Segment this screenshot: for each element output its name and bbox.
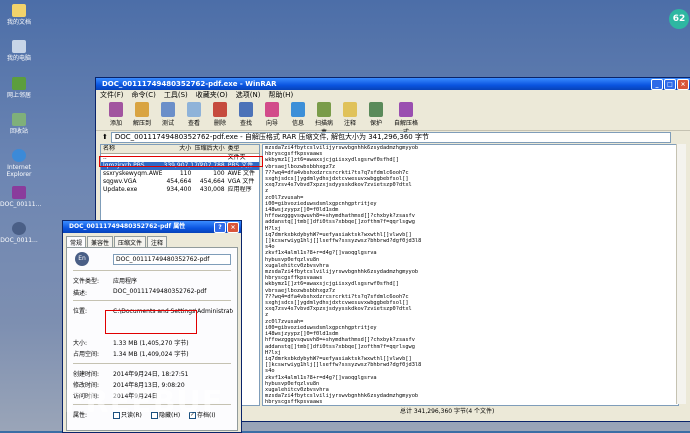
table-row[interactable]: Update.exe934,400430,008应用程序 xyxy=(101,186,259,194)
close-button[interactable]: × xyxy=(677,79,689,90)
created-value: 2014年9月24日, 18:27:51 xyxy=(113,369,188,378)
network-icon[interactable]: 网上邻居 xyxy=(0,77,38,99)
info-icon xyxy=(291,102,305,117)
test-button[interactable]: 测试 xyxy=(158,100,178,130)
table-row[interactable]: ssxryskewyqm.AWE110100AWE 文件 xyxy=(101,170,259,178)
comment-icon xyxy=(343,102,357,117)
add-button[interactable]: 添加 xyxy=(106,100,126,130)
divider xyxy=(73,300,231,301)
my-documents-icon[interactable]: 我的文档 xyxy=(0,4,38,26)
help-button[interactable]: ? xyxy=(214,222,226,233)
view-button[interactable]: 查看 xyxy=(184,100,204,130)
status-text: 总计 341,296,360 字节(4 个文件) xyxy=(400,407,494,416)
description-value: DOC_00111749480352762-pdf xyxy=(113,288,206,295)
menu-options[interactable]: 选项(N) xyxy=(236,90,261,100)
winrar-icon[interactable]: DOC_00111... xyxy=(0,186,38,208)
dialog-title: DOC_00111749480352762-pdf 属性 xyxy=(69,223,185,230)
dialog-tabs: 常规 兼容性 压缩文件 注释 xyxy=(63,233,241,248)
test-icon xyxy=(161,102,175,117)
menu-help[interactable]: 帮助(H) xyxy=(268,90,293,100)
extract-icon xyxy=(135,102,149,117)
extract-to-button[interactable]: 解压到 xyxy=(132,100,152,130)
col-size[interactable]: 大小 xyxy=(164,145,191,153)
col-type[interactable]: 类型 xyxy=(225,145,259,153)
size-value: 1.33 MB (1,405,270 字节) xyxy=(113,338,189,347)
recycle-bin-icon[interactable]: 回收站 xyxy=(0,113,38,135)
dialog-titlebar[interactable]: DOC_00111749480352762-pdf 属性 ? × xyxy=(63,221,241,233)
window-title: DOC_00111749480352762-pdf.exe - WinRAR xyxy=(102,80,277,88)
sfx-icon xyxy=(399,102,413,117)
menu-favorites[interactable]: 收藏夹(O) xyxy=(196,90,228,100)
menu-commands[interactable]: 命令(C) xyxy=(132,90,156,100)
watermark: FREEBUF xyxy=(64,385,223,420)
notification-badge[interactable]: 62 xyxy=(669,9,689,29)
divider xyxy=(73,270,231,271)
menu-file[interactable]: 文件(F) xyxy=(100,90,124,100)
exe-icon: En xyxy=(75,252,89,266)
table-row[interactable]: sqgwv.VGA454,664454,664VGA 文件 xyxy=(101,178,259,186)
divider xyxy=(73,363,231,364)
size-highlight-box xyxy=(105,310,197,334)
virus-scan-button[interactable]: 扫描病毒 xyxy=(314,100,334,130)
ie-icon[interactable]: Internet Explorer xyxy=(0,149,38,178)
virus-scan-icon xyxy=(317,102,331,117)
filename-field[interactable]: DOC_00111749480352762-pdf xyxy=(113,254,231,265)
size-on-disk-value: 1.34 MB (1,409,024 字节) xyxy=(113,349,189,358)
delete-button[interactable]: 删除 xyxy=(210,100,230,130)
protect-icon xyxy=(369,102,383,117)
wizard-button[interactable]: 向导 xyxy=(262,100,282,130)
path-field[interactable]: DOC_00111749480352762-pdf.exe - 自解压格式 RA… xyxy=(111,132,671,143)
menu-bar: 文件(F) 命令(C) 工具(S) 收藏夹(O) 选项(N) 帮助(H) xyxy=(96,90,690,100)
add-icon xyxy=(109,102,123,117)
my-computer-icon[interactable]: 我的电脑 xyxy=(0,40,38,62)
toolbar: 添加 解压到 测试 查看 删除 查找 向导 信息 扫描病毒 注释 保护 自解压格… xyxy=(96,100,690,131)
menu-tools[interactable]: 工具(S) xyxy=(164,90,188,100)
highlight-box xyxy=(99,156,263,167)
winrar-titlebar[interactable]: DOC_00111749480352762-pdf.exe - WinRAR _… xyxy=(96,78,690,90)
find-button[interactable]: 查找 xyxy=(236,100,256,130)
view-icon xyxy=(187,102,201,117)
find-icon xyxy=(239,102,253,117)
dialog-close-button[interactable]: × xyxy=(227,222,239,233)
file-type-value: 应用程序 xyxy=(113,276,137,285)
delete-icon xyxy=(213,102,227,117)
scrollbar[interactable] xyxy=(676,144,686,404)
col-packed[interactable]: 压缩后大小 xyxy=(191,145,224,153)
address-bar: ⬆ DOC_00111749480352762-pdf.exe - 自解压格式 … xyxy=(96,131,690,143)
wizard-icon xyxy=(265,102,279,117)
info-button[interactable]: 信息 xyxy=(288,100,308,130)
col-name[interactable]: 名称 xyxy=(101,145,164,153)
sfx-button[interactable]: 自解压格式 xyxy=(392,100,420,130)
archive-comment-pane[interactable]: mzsda7zi4fbytcslvilijyrswvbgnhhk6zsydadm… xyxy=(262,144,679,406)
protect-button[interactable]: 保护 xyxy=(366,100,386,130)
maximize-button[interactable]: □ xyxy=(664,79,676,90)
exe-icon[interactable]: DOC_0011... xyxy=(0,222,38,244)
minimize-button[interactable]: _ xyxy=(651,79,663,90)
comment-button[interactable]: 注释 xyxy=(340,100,360,130)
up-folder-icon[interactable]: ⬆ xyxy=(102,133,108,141)
